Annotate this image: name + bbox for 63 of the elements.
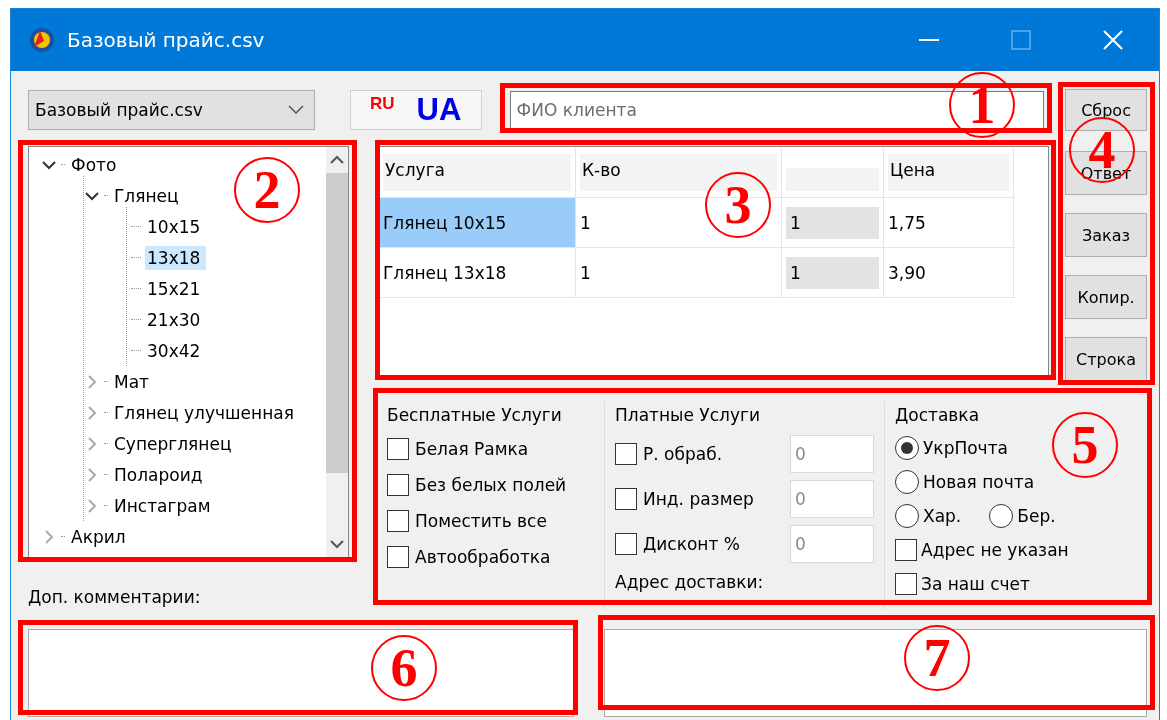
price-list-dropdown[interactable]: Базовый прайс.csv: [28, 90, 315, 130]
radio-label[interactable]: УкрПочта: [923, 438, 1008, 458]
tree-item[interactable]: Глянец: [112, 183, 185, 208]
callout-number: 6: [371, 635, 437, 701]
reset-button[interactable]: Сброс: [1065, 89, 1147, 131]
comments-label: Доп. комментарии:: [28, 587, 202, 607]
tree-item[interactable]: 30x42: [145, 338, 207, 363]
callout-number: 7: [904, 625, 970, 691]
tree-item[interactable]: 15x21: [145, 276, 207, 301]
checkbox-label[interactable]: Автообработка: [415, 547, 551, 567]
minimize-icon: [919, 39, 939, 41]
checkbox[interactable]: [387, 546, 409, 568]
radio-label[interactable]: Бер.: [1017, 506, 1056, 526]
radio-label[interactable]: Хар.: [923, 506, 962, 526]
checkbox[interactable]: [895, 539, 917, 561]
column-header[interactable]: Цена: [888, 154, 1009, 191]
tree-item[interactable]: Фото: [69, 152, 123, 177]
maximize-icon: [1011, 30, 1031, 50]
action-button[interactable]: Заказ: [1065, 213, 1147, 257]
tree-item[interactable]: Инстаграм: [112, 493, 217, 518]
checkbox-label[interactable]: За наш счет: [921, 574, 1030, 594]
table-cell: 1: [786, 206, 879, 239]
tree-item[interactable]: 10x15: [145, 214, 207, 239]
tree-item[interactable]: Глянец улучшенная: [112, 400, 300, 425]
action-button[interactable]: Строка: [1065, 337, 1147, 381]
action-button[interactable]: Копир.: [1065, 275, 1147, 319]
address-field[interactable]: [604, 629, 1147, 717]
tree-item[interactable]: Мат: [112, 369, 155, 394]
language-button[interactable]: RU UA: [349, 90, 482, 130]
tree-item[interactable]: 13x18: [145, 245, 207, 270]
checkbox[interactable]: [387, 510, 409, 532]
window-title: Базовый прайс.csv: [67, 28, 266, 52]
callout-number: 3: [705, 172, 771, 238]
app-logo-icon: [29, 27, 55, 53]
checkbox[interactable]: [895, 573, 917, 595]
group-title: Бесплатные Услуги: [387, 405, 563, 427]
scrollbar[interactable]: [326, 147, 348, 557]
checkbox-label[interactable]: Белая Рамка: [415, 439, 529, 459]
checkbox-label[interactable]: Поместить все: [415, 511, 547, 531]
address-label: Адрес доставки:: [615, 572, 765, 592]
group-title: Доставка: [895, 405, 981, 427]
radio-label[interactable]: Новая почта: [923, 472, 1035, 492]
table-cell[interactable]: Глянец 10x15: [379, 198, 576, 247]
table-cell: 1: [786, 256, 879, 289]
checkbox[interactable]: [387, 438, 409, 460]
checkbox-label[interactable]: Без белых полей: [415, 475, 567, 495]
close-icon: [1102, 29, 1124, 51]
tree-item[interactable]: 21x30: [145, 307, 207, 332]
column-header[interactable]: Услуга: [383, 154, 571, 191]
callout-number: 5: [1052, 412, 1118, 478]
radio-button[interactable]: [895, 436, 919, 460]
radio-button[interactable]: [895, 504, 919, 528]
chevron-down-icon: [287, 105, 304, 115]
checkbox[interactable]: [387, 474, 409, 496]
tree-item[interactable]: Полароид: [112, 462, 209, 487]
group-title: Платные Услуги: [615, 405, 761, 427]
radio-button[interactable]: [989, 504, 1014, 528]
checkbox-label[interactable]: Адрес не указан: [921, 540, 1069, 560]
tree-item[interactable]: Суперглянец: [112, 431, 238, 456]
callout-number: 1: [949, 72, 1015, 138]
tree-item[interactable]: Акрил: [69, 524, 132, 549]
radio-button[interactable]: [895, 470, 919, 494]
callout-number: 2: [234, 157, 300, 223]
